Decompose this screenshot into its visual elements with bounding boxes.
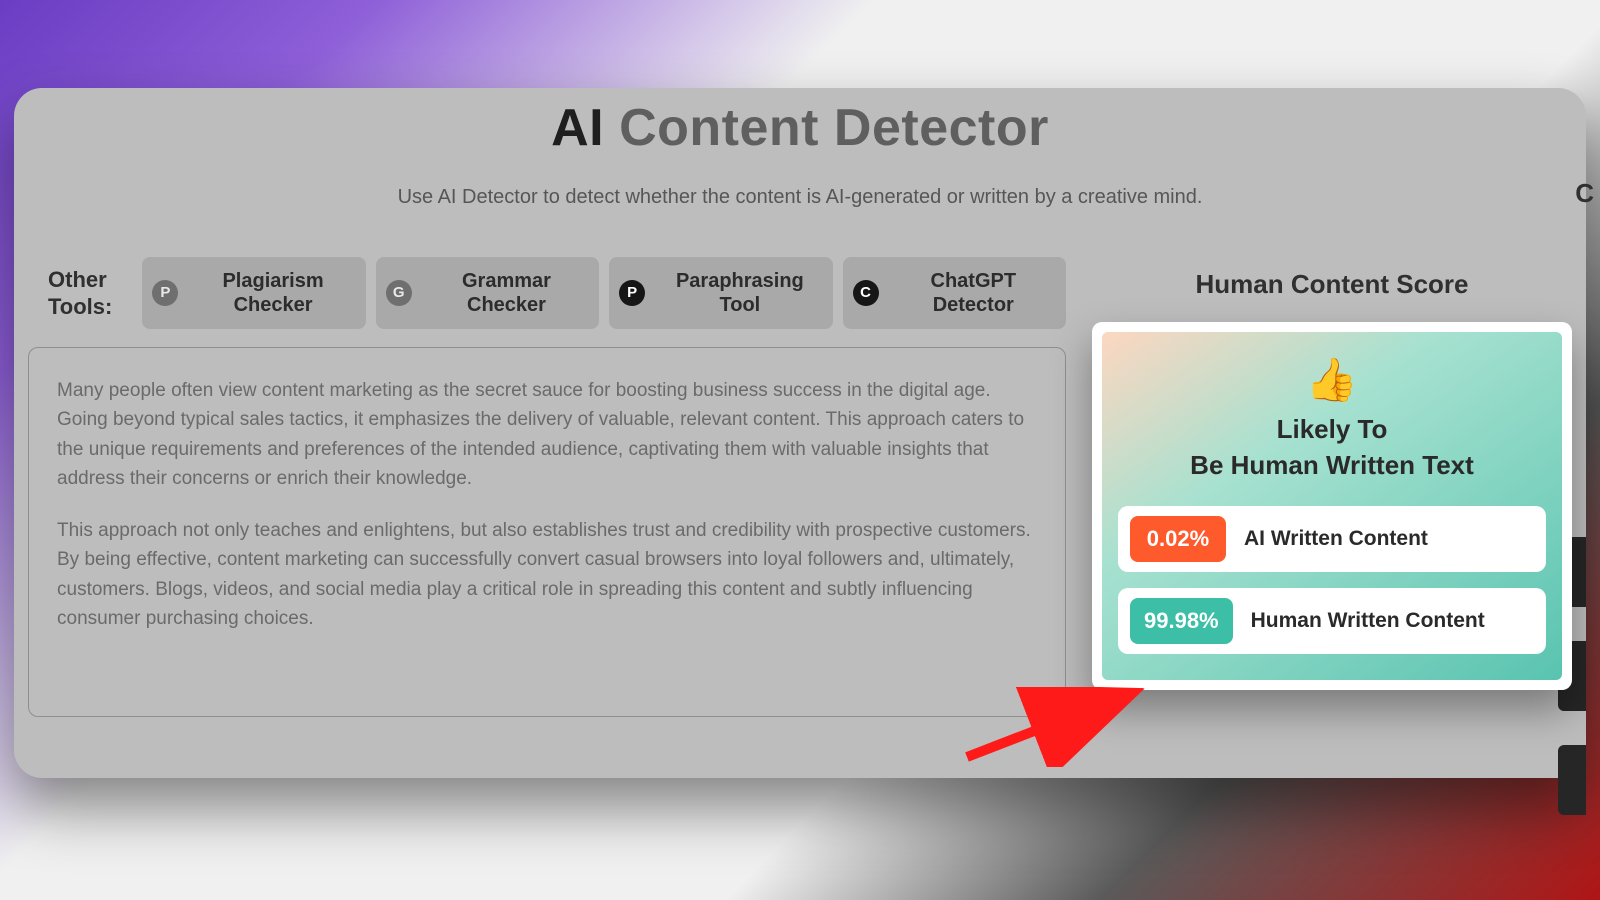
human-score-row: 99.98% Human Written Content [1118, 588, 1546, 654]
tool-label: ChatGPT Detector [891, 269, 1056, 317]
input-paragraph: Many people often view content marketing… [57, 376, 1037, 494]
score-inner: 👍 Likely To Be Human Written Text 0.02% … [1102, 332, 1562, 680]
title-rest: Content Detector [604, 99, 1049, 157]
tools-bar: OtherTools: P Plagiarism Checker G Gramm… [28, 257, 1066, 329]
input-paragraph: This approach not only teaches and enlig… [57, 516, 1037, 634]
verdict-text: Likely To Be Human Written Text [1118, 411, 1546, 484]
score-card: 👍 Likely To Be Human Written Text 0.02% … [1092, 322, 1572, 690]
app-panel: C AI Content Detector Use AI Detector to… [14, 88, 1586, 778]
thumbs-up-icon: 👍 [1118, 356, 1546, 405]
tool-plagiarism-checker[interactable]: P Plagiarism Checker [142, 257, 365, 329]
tool-paraphrasing[interactable]: P Paraphrasing Tool [609, 257, 832, 329]
page-title: AI Content Detector [28, 88, 1572, 158]
score-heading: Human Content Score [1092, 269, 1572, 300]
tool-label: Grammar Checker [424, 269, 589, 317]
partial-glyph: C [1575, 178, 1594, 209]
badge-p-icon: P [619, 280, 645, 306]
ai-score-row: 0.02% AI Written Content [1118, 506, 1546, 572]
content-row: OtherTools: P Plagiarism Checker G Gramm… [28, 257, 1572, 717]
page-subtitle: Use AI Detector to detect whether the co… [28, 186, 1572, 209]
tool-chatgpt-detector[interactable]: C ChatGPT Detector [843, 257, 1066, 329]
human-percent-badge: 99.98% [1130, 598, 1233, 644]
badge-p-icon: P [152, 280, 178, 306]
human-score-label: Human Written Content [1251, 609, 1485, 633]
title-bold: AI [551, 99, 604, 157]
ai-percent-badge: 0.02% [1130, 516, 1226, 562]
content-input[interactable]: Many people often view content marketing… [28, 347, 1066, 717]
right-column: Human Content Score 👍 Likely To Be Human… [1092, 257, 1572, 717]
left-column: OtherTools: P Plagiarism Checker G Gramm… [28, 257, 1066, 717]
tools-label: OtherTools: [28, 266, 132, 321]
ai-score-label: AI Written Content [1244, 527, 1428, 551]
badge-c-icon: C [853, 280, 879, 306]
tool-label: Paraphrasing Tool [657, 269, 822, 317]
tool-label: Plagiarism Checker [190, 269, 355, 317]
tool-grammar-checker[interactable]: G Grammar Checker [376, 257, 599, 329]
edge-tab[interactable] [1558, 745, 1586, 815]
badge-g-icon: G [386, 280, 412, 306]
